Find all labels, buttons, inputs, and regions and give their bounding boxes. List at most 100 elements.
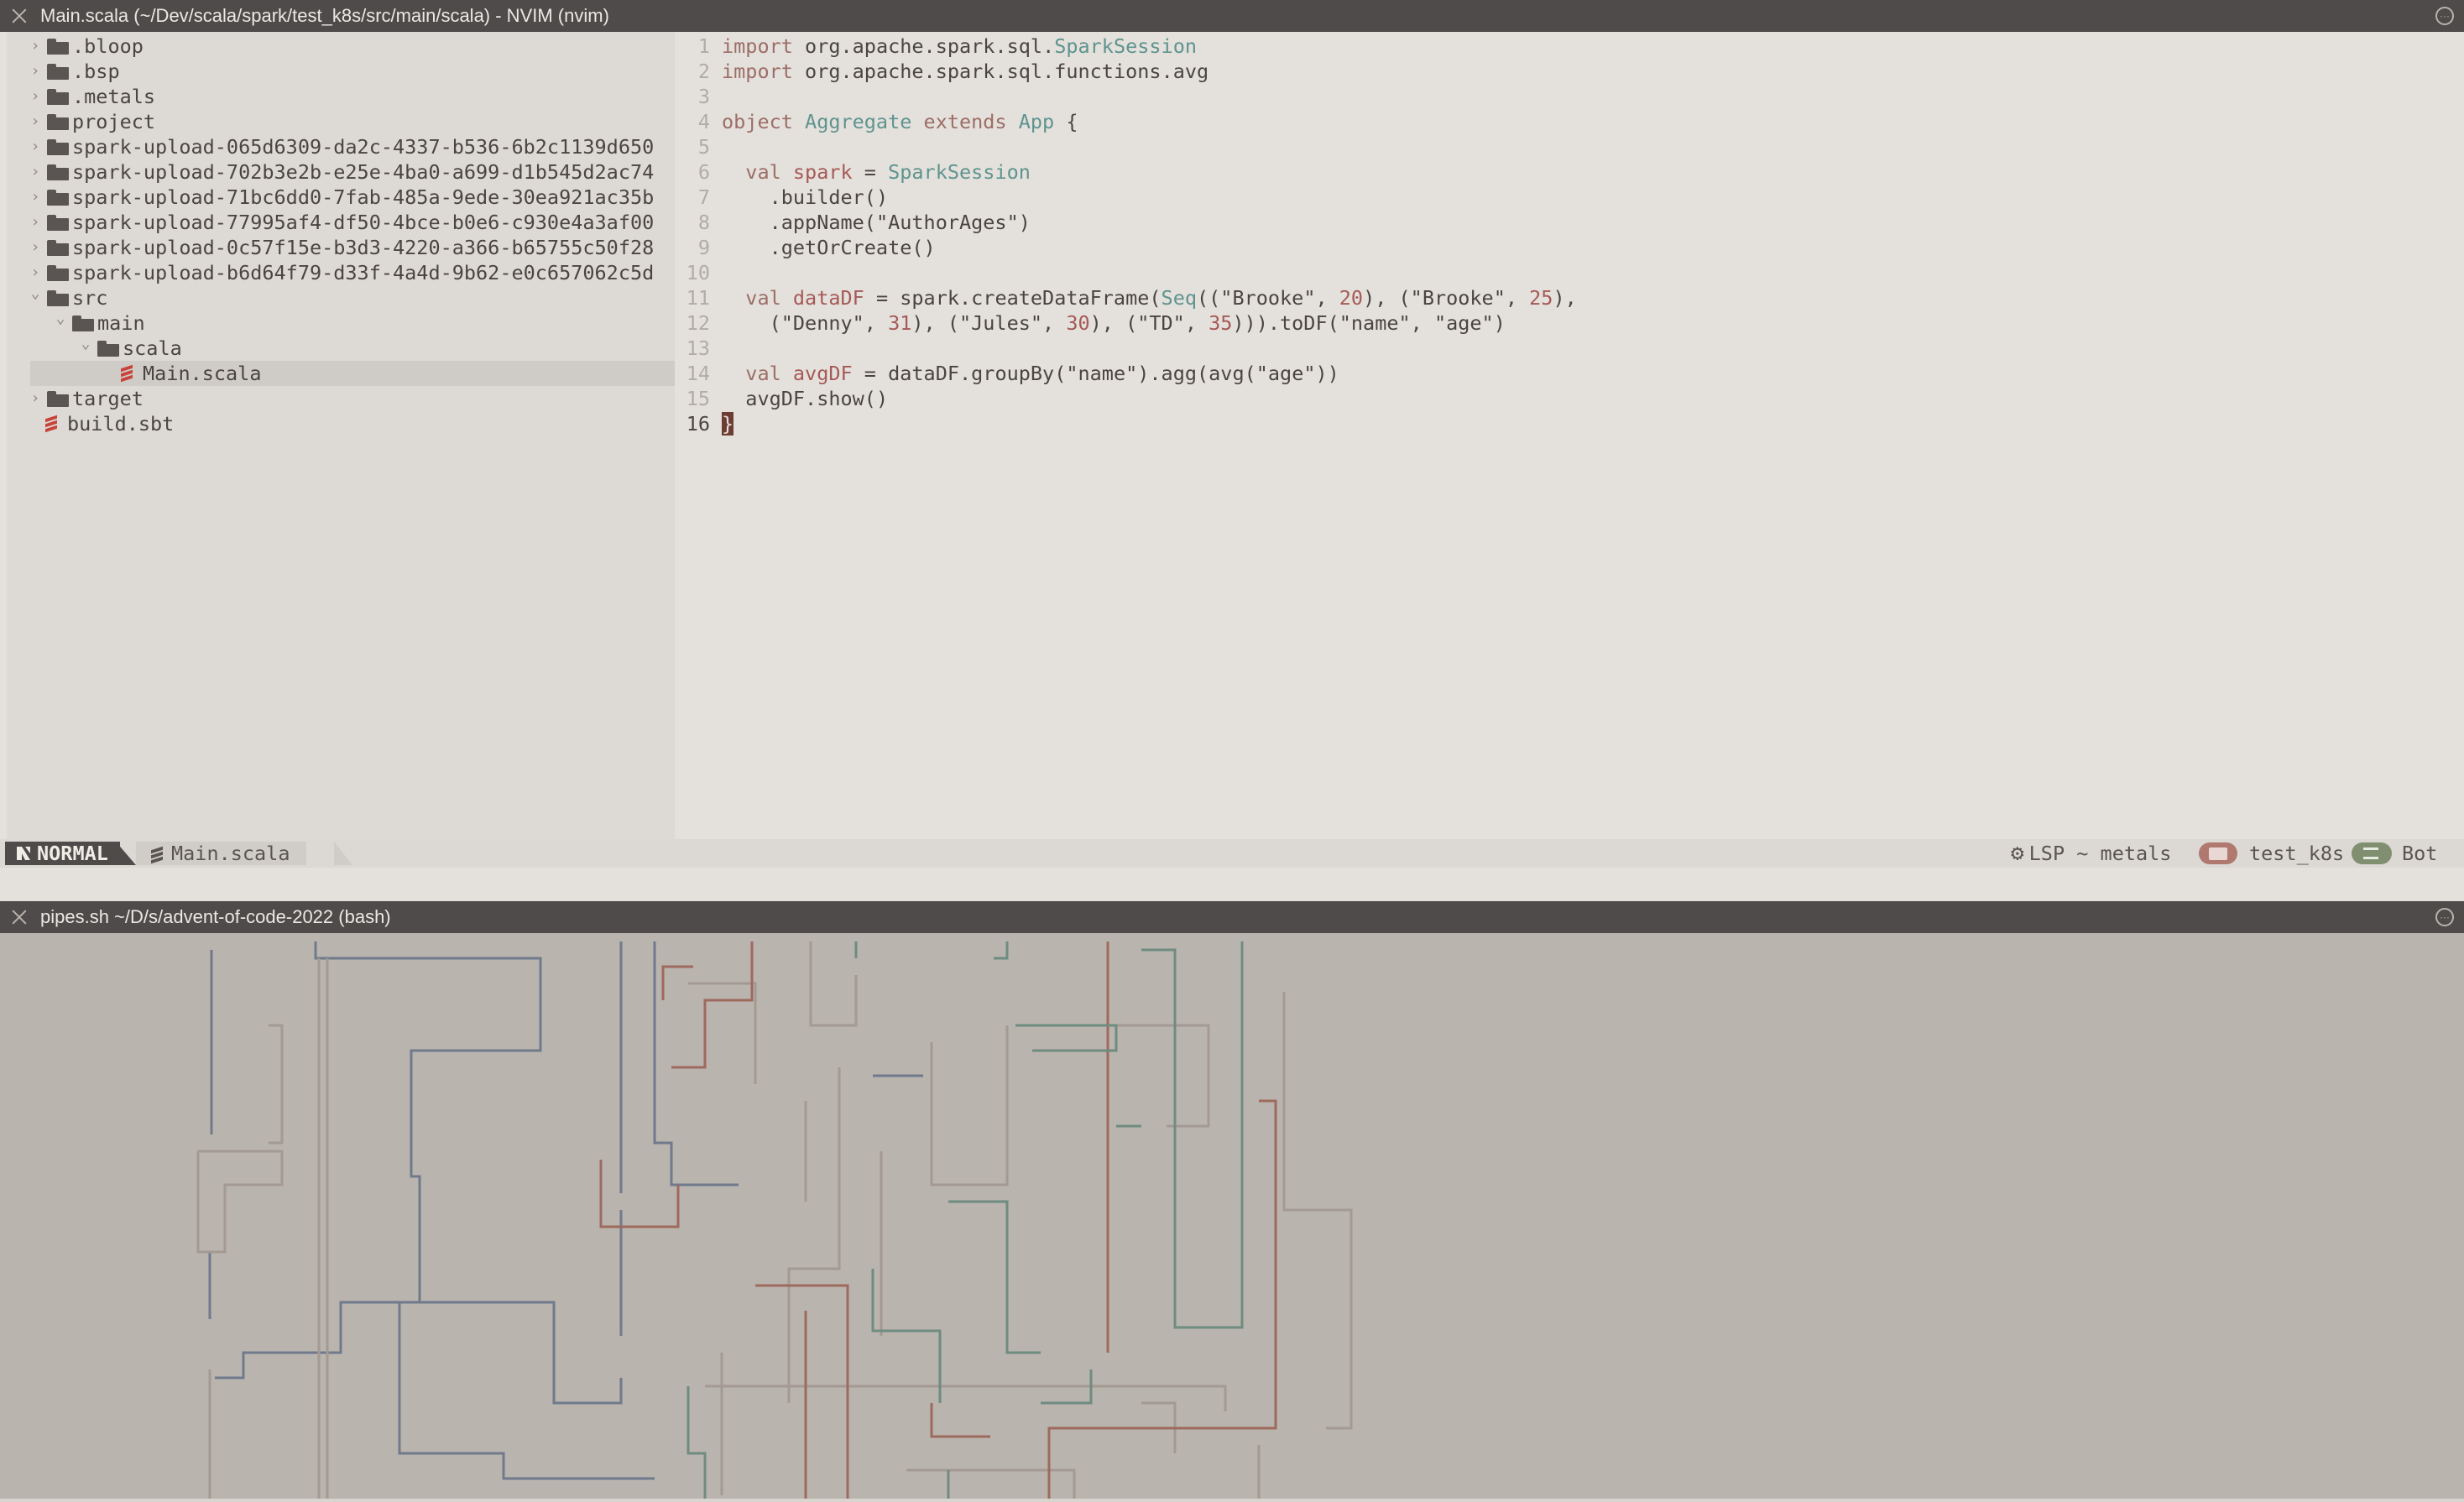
tree-item[interactable]: ⌄ main bbox=[7, 310, 145, 336]
code-line[interactable]: 10 bbox=[675, 260, 722, 285]
line-number: 14 bbox=[686, 362, 710, 385]
tree-item[interactable]: › spark-upload-77995af4-df50-4bce-b0e6-c9… bbox=[7, 210, 655, 235]
chevron-right-icon[interactable]: › bbox=[29, 159, 42, 185]
pipe bbox=[755, 1284, 849, 1499]
pipes-terminal[interactable] bbox=[0, 933, 2464, 1499]
pipe bbox=[948, 1200, 1041, 1354]
line-number: 5 bbox=[697, 135, 710, 159]
pipe bbox=[705, 1385, 1227, 1411]
code-line[interactable]: 5 bbox=[675, 134, 722, 159]
tree-item[interactable]: › spark-upload-702b3e2b-e25e-4ba0-a699-d1… bbox=[7, 159, 655, 185]
tree-item-label: .bloop bbox=[72, 34, 144, 58]
tree-item-label: spark-upload-71bc6dd0-7fab-485a-9ede-30e… bbox=[72, 185, 655, 209]
chevron-down-icon[interactable]: ⌄ bbox=[79, 331, 92, 357]
pipe bbox=[994, 941, 1009, 960]
chevron-right-icon[interactable]: › bbox=[29, 210, 42, 235]
pipe bbox=[1282, 992, 1353, 1430]
scala-file-icon bbox=[121, 364, 133, 383]
line-number: 4 bbox=[697, 110, 710, 133]
code-line[interactable]: 1 import org.apache.spark.sql.SparkSessio… bbox=[675, 34, 1197, 59]
code-text: val avgDF = dataDF.groupBy("name").agg(a… bbox=[745, 362, 1339, 385]
line-number: 7 bbox=[697, 185, 710, 209]
pipe bbox=[420, 1301, 623, 1405]
code-line[interactable]: 9 .getOrCreate() bbox=[675, 235, 936, 260]
pipe bbox=[688, 982, 757, 1084]
folder-icon bbox=[2209, 847, 2227, 860]
more-options-icon[interactable]: ··· bbox=[2435, 908, 2454, 926]
chevron-right-icon[interactable]: › bbox=[29, 235, 42, 260]
tree-item-label: scala bbox=[123, 336, 182, 360]
code-line[interactable]: 8 .appName("AuthorAges") bbox=[675, 210, 1031, 235]
tree-item-label: spark-upload-702b3e2b-e25e-4ba0-a699-d1b… bbox=[72, 160, 655, 184]
pipe bbox=[787, 1067, 841, 1403]
line-number: 1 bbox=[697, 34, 710, 58]
lsp-status: ⚙ LSP ~ metals bbox=[2011, 842, 2171, 865]
tree-item[interactable]: › spark-upload-0c57f15e-b3d3-4220-a366-b6… bbox=[7, 235, 655, 260]
folder-icon bbox=[47, 139, 69, 155]
tree-item[interactable]: build.sbt bbox=[7, 411, 174, 436]
tree-item-label: spark-upload-0c57f15e-b3d3-4220-a366-b65… bbox=[72, 236, 655, 259]
tree-item[interactable]: › spark-upload-b6d64f79-d33f-4a4d-9b62-e0… bbox=[7, 260, 655, 285]
close-icon[interactable] bbox=[10, 908, 29, 926]
code-text: .builder() bbox=[722, 185, 889, 209]
code-line[interactable]: 3 bbox=[675, 84, 722, 109]
chevron-right-icon[interactable]: › bbox=[29, 185, 42, 210]
nvim-window: › .bloop › .bsp › .metals › project › spark-uploa… bbox=[0, 32, 2464, 901]
code-line[interactable]: 13 bbox=[675, 336, 722, 361]
chevron-right-icon[interactable]: › bbox=[29, 59, 42, 84]
code-line[interactable]: 11 val dataDF = spark.createDataFrame(Se… bbox=[675, 285, 1577, 310]
chevron-right-icon[interactable]: › bbox=[29, 386, 42, 411]
statusline: NORMAL Main.scala ⚙ LSP ~ metals test_k8s… bbox=[0, 839, 2464, 868]
tree-item-label: Main.scala bbox=[143, 362, 262, 385]
code-line[interactable]: 7 .builder() bbox=[675, 185, 888, 210]
mode-label: NORMAL bbox=[37, 842, 108, 865]
tree-item-label: build.sbt bbox=[67, 412, 175, 435]
tree-item[interactable]: Main.scala bbox=[30, 361, 744, 386]
code-line[interactable]: 12 ("Denny", 31), ("Jules", 30), ("TD", … bbox=[675, 310, 1506, 336]
code-line[interactable]: 4 object Aggregate extends App { bbox=[675, 109, 1078, 134]
tree-item[interactable]: › project bbox=[7, 109, 155, 134]
tree-item-label: spark-upload-065d6309-da2c-4337-b536-6b2… bbox=[72, 135, 655, 159]
tree-item[interactable]: › .bsp bbox=[7, 59, 120, 84]
folder-icon bbox=[47, 290, 69, 306]
code-line[interactable]: 6 val spark = SparkSession bbox=[675, 159, 1031, 185]
code-line[interactable]: 14 val avgDF = dataDF.groupBy("name").ag… bbox=[675, 361, 1339, 386]
chevron-right-icon[interactable]: › bbox=[29, 134, 42, 159]
chevron-right-icon[interactable]: › bbox=[29, 34, 42, 59]
statusline-filename: Main.scala bbox=[171, 842, 290, 865]
close-icon[interactable] bbox=[10, 7, 29, 25]
chevron-down-icon[interactable]: ⌄ bbox=[54, 306, 67, 331]
tree-item[interactable]: › .bloop bbox=[7, 34, 144, 59]
code-line[interactable]: 2 import org.apache.spark.sql.functions.a… bbox=[675, 59, 1209, 84]
code-editor[interactable]: 1 import org.apache.spark.sql.SparkSessio… bbox=[675, 32, 2464, 839]
line-number: 2 bbox=[697, 60, 710, 83]
chevron-down-icon[interactable]: ⌄ bbox=[29, 281, 42, 306]
folder-icon bbox=[47, 190, 69, 206]
code-line[interactable]: 15 avgDF.show() bbox=[675, 386, 888, 411]
tree-item-label: spark-upload-77995af4-df50-4bce-b0e6-c93… bbox=[72, 211, 655, 234]
tree-item[interactable]: ⌄ scala bbox=[7, 335, 182, 361]
folder-icon bbox=[47, 391, 69, 407]
code-text: import org.apache.spark.sql.functions.av… bbox=[722, 60, 1209, 83]
tree-item[interactable]: › target bbox=[7, 386, 144, 411]
pipe bbox=[269, 1024, 284, 1145]
pipe bbox=[196, 1150, 284, 1254]
code-text: .appName("AuthorAges") bbox=[722, 211, 1031, 234]
tree-item[interactable]: › spark-upload-71bc6dd0-7fab-485a-9ede-30… bbox=[7, 185, 655, 210]
folder-icon bbox=[97, 341, 119, 357]
pipe bbox=[930, 1403, 990, 1438]
line-number: 8 bbox=[697, 211, 710, 234]
more-options-icon[interactable]: ··· bbox=[2435, 7, 2454, 25]
code-line[interactable]: 16} bbox=[675, 411, 734, 436]
line-number: 12 bbox=[686, 311, 710, 335]
pipe bbox=[398, 1302, 655, 1480]
tree-item[interactable]: › .metals bbox=[7, 84, 155, 109]
scala-file-icon bbox=[45, 415, 57, 433]
tree-item[interactable]: › spark-upload-065d6309-da2c-4337-b536-6b… bbox=[7, 134, 655, 159]
tree-item-label: target bbox=[72, 387, 144, 410]
pipe bbox=[671, 941, 754, 1069]
code-text: val spark = SparkSession bbox=[745, 160, 1031, 184]
lsp-label: LSP ~ metals bbox=[2028, 842, 2172, 865]
chevron-right-icon[interactable]: › bbox=[29, 84, 42, 109]
chevron-right-icon[interactable]: › bbox=[29, 109, 42, 134]
